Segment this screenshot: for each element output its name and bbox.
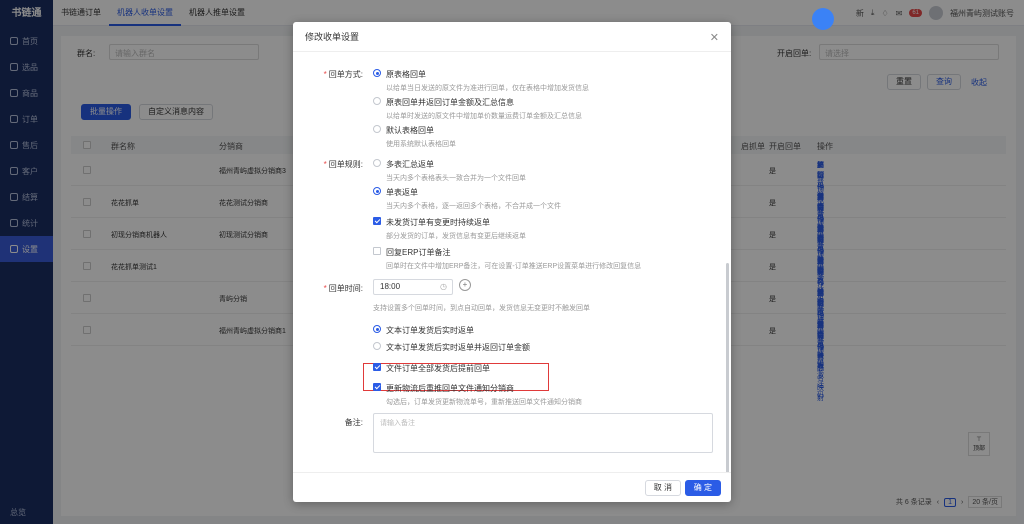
close-icon[interactable]: ✕ — [710, 31, 719, 44]
checkbox[interactable] — [373, 247, 381, 255]
radio[interactable] — [373, 159, 381, 167]
checkbox[interactable] — [373, 363, 381, 371]
mode-option-with-amount[interactable]: 原表回单并返回订单金额及汇总信息 以给单时发送的原文件中增加单价数量运费订单金额及… — [373, 97, 582, 121]
check-early-return[interactable]: 文件订单全部发货后提前回单 — [373, 363, 490, 374]
radio[interactable] — [373, 342, 381, 350]
add-time-icon[interactable]: + — [459, 279, 471, 291]
confirm-button[interactable]: 确 定 — [684, 480, 721, 496]
dialog-body: * 回单方式: 原表格回单 以给单当日发送的原文件为准进行回单，仅在表格中增加发货信… — [293, 53, 731, 472]
rule-label: * 回单规则: — [323, 160, 363, 169]
radio[interactable] — [373, 325, 381, 333]
bird-logo-icon — [812, 8, 834, 30]
text-option-realtime[interactable]: 文本订单发货后实时返单 — [373, 325, 474, 336]
rule-option-single[interactable]: 单表返单 当天内多个表格，逐一返回多个表格，不合并成一个文件 — [373, 187, 561, 211]
time-label: * 回单时间: — [323, 284, 363, 293]
time-input[interactable]: 18:00 ◷ — [373, 279, 453, 295]
mode-option-original[interactable]: 原表格回单 以给单当日发送的原文件为准进行回单，仅在表格中增加发货信息 — [373, 69, 589, 93]
radio[interactable] — [373, 125, 381, 133]
time-hint: 支持设置多个回单时间，到点自动回单，发货信息无变更时不触发回单 — [373, 305, 590, 312]
edit-receive-settings-dialog: 修改收单设置 ✕ * 回单方式: 原表格回单 以给单当日发送的原文件为准进行回单，仅… — [293, 22, 731, 502]
check-erp-remark[interactable]: 回复ERP订单备注 回单时在文件中增加ERP备注，可在设置-订单推送ERP设置菜单… — [373, 247, 641, 271]
checkbox[interactable] — [373, 217, 381, 225]
checkbox[interactable] — [373, 383, 381, 391]
radio[interactable] — [373, 187, 381, 195]
cancel-button[interactable]: 取 消 — [644, 480, 681, 496]
remark-textarea[interactable]: 请输入备注 — [373, 413, 713, 453]
check-continue-return[interactable]: 未发货订单有变更时持续返单 部分发货的订单，发货信息有变更后继续返单 — [373, 217, 526, 241]
dialog-scrollbar[interactable] — [726, 263, 729, 472]
remark-label: 备注: — [344, 418, 363, 427]
radio[interactable] — [373, 69, 381, 77]
text-option-realtime-amount[interactable]: 文本订单发货后实时返单并返回订单金额 — [373, 342, 530, 353]
mode-option-default[interactable]: 默认表格回单 使用系统默认表格回单 — [373, 125, 456, 149]
radio[interactable] — [373, 97, 381, 105]
mode-label: * 回单方式: — [323, 70, 363, 79]
dialog-title: 修改收单设置 — [293, 22, 731, 52]
clock-icon: ◷ — [440, 282, 447, 291]
check-repush-notify[interactable]: 更新物流后重推回单文件通知分销商 勾选后，订单发货更新物流单号，重新推送回单文件通… — [373, 383, 582, 407]
rule-option-merge[interactable]: 多表汇总返单 当天内多个表格表头一致合并为一个文件回单 — [373, 159, 526, 183]
dialog-footer: 取 消 确 定 — [293, 472, 731, 502]
